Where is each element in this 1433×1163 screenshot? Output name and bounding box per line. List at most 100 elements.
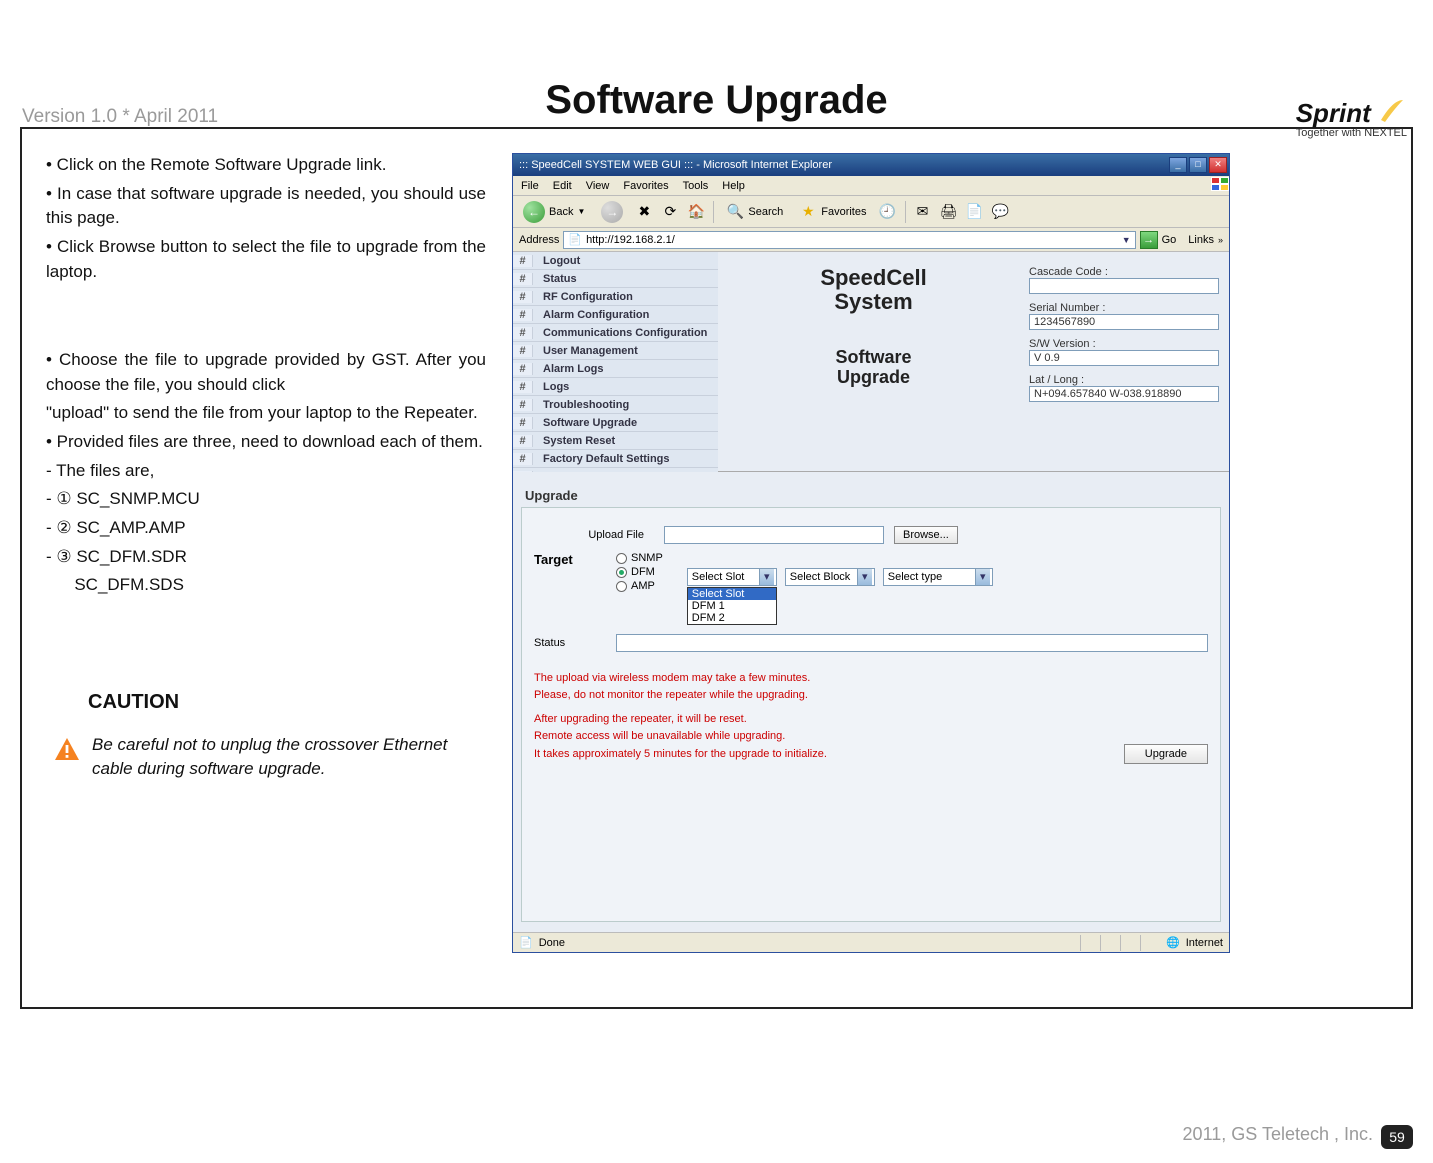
- radio-label: AMP: [631, 580, 655, 592]
- nav-item-logout[interactable]: #Logout: [513, 252, 718, 270]
- minimize-button[interactable]: _: [1169, 157, 1187, 173]
- brand-tagline: Together with NEXTEL: [1296, 127, 1407, 139]
- warn-line: After upgrading the repeater, it will be…: [534, 711, 1208, 728]
- instructions-column: • Click on the Remote Software Upgrade l…: [46, 153, 486, 987]
- nav-item-status[interactable]: #Status: [513, 270, 718, 288]
- target-label: Target: [534, 552, 606, 567]
- upload-file-label: Upload File: [534, 529, 654, 541]
- brand-name: Sprint: [1296, 98, 1371, 129]
- close-button[interactable]: ✕: [1209, 157, 1227, 173]
- upload-file-input[interactable]: [664, 526, 884, 544]
- target-radio-amp[interactable]: AMP: [616, 580, 663, 592]
- nav-item-user-mgmt[interactable]: #User Management: [513, 342, 718, 360]
- edit-icon[interactable]: 📄: [966, 203, 984, 221]
- nav-menu: #Logout #Status #RF Configuration #Alarm…: [513, 252, 718, 471]
- menu-file[interactable]: File: [521, 180, 539, 192]
- slot-option-2[interactable]: DFM 2: [688, 612, 776, 624]
- print-icon[interactable]: 🖨: [940, 203, 958, 221]
- back-button[interactable]: ←Back▼: [519, 199, 589, 225]
- nav-item-rf-config[interactable]: #RF Configuration: [513, 288, 718, 306]
- menu-bar[interactable]: File Edit View Favorites Tools Help: [513, 176, 1229, 196]
- slot-option-0[interactable]: Select Slot: [688, 588, 776, 600]
- upgrade-heading: Upgrade: [521, 482, 1221, 507]
- forward-button[interactable]: →: [597, 199, 627, 225]
- version-line: Version 1.0 * April 2011: [22, 106, 218, 128]
- instr-line: • Provided files are three, need to down…: [46, 430, 486, 455]
- ie-flag-icon: [1211, 177, 1229, 194]
- favorites-button[interactable]: ★Favorites: [795, 201, 870, 223]
- stop-icon[interactable]: ✖: [635, 203, 653, 221]
- home-icon[interactable]: 🏠: [687, 203, 705, 221]
- nav-item-logs[interactable]: #Logs: [513, 378, 718, 396]
- select-type[interactable]: Select type: [883, 568, 993, 586]
- instr-line: • In case that software upgrade is neede…: [46, 182, 486, 231]
- upgrade-button[interactable]: Upgrade: [1124, 744, 1208, 764]
- warning-icon: [54, 737, 80, 781]
- section-title-2: Upgrade: [837, 367, 910, 387]
- status-bar: 📄 Done 🌐 Internet: [513, 932, 1229, 952]
- app-title-1: SpeedCell: [820, 265, 926, 290]
- sw-version-field[interactable]: V 0.9: [1029, 350, 1219, 366]
- warn-line: Please, do not monitor the repeater whil…: [534, 687, 1208, 704]
- nav-item-comm-config[interactable]: #Communications Configuration: [513, 324, 718, 342]
- page-number: 59: [1381, 1125, 1413, 1149]
- select-block[interactable]: Select Block: [785, 568, 875, 586]
- menu-tools[interactable]: Tools: [683, 180, 709, 192]
- serial-label: Serial Number :: [1029, 302, 1219, 314]
- warn-line: It takes approximately 5 minutes for the…: [534, 746, 827, 763]
- app-title-2: System: [834, 289, 912, 314]
- instr-line: - ③ SC_DFM.SDR: [46, 545, 486, 570]
- target-radio-dfm[interactable]: DFM: [616, 566, 663, 578]
- latlong-field[interactable]: N+094.657840 W-038.918890: [1029, 386, 1219, 402]
- refresh-icon[interactable]: ⟳: [661, 203, 679, 221]
- section-title-1: Software: [835, 347, 911, 367]
- cascade-field[interactable]: [1029, 278, 1219, 294]
- page-status-icon: 📄: [519, 936, 533, 949]
- address-bar: Address 📄 http://192.168.2.1/ ▼ → Go Lin…: [513, 228, 1229, 252]
- instr-line: - ① SC_SNMP.MCU: [46, 487, 486, 512]
- go-button[interactable]: →: [1140, 231, 1158, 249]
- brand-block: Sprint Together with NEXTEL: [1296, 98, 1407, 139]
- nav-item-software-upgrade[interactable]: #Software Upgrade: [513, 414, 718, 432]
- cascade-label: Cascade Code :: [1029, 266, 1219, 278]
- sw-version-label: S/W Version :: [1029, 338, 1219, 350]
- browse-button[interactable]: Browse...: [894, 526, 958, 544]
- status-label: Status: [534, 637, 606, 649]
- caution-heading: CAUTION: [88, 688, 486, 717]
- search-label: Search: [748, 206, 783, 218]
- history-icon[interactable]: 🕘: [879, 203, 897, 221]
- instr-line: • Click Browse button to select the file…: [46, 235, 486, 284]
- instr-line: SC_DFM.SDS: [46, 573, 486, 598]
- back-label: Back: [549, 206, 573, 218]
- discuss-icon[interactable]: 💬: [992, 203, 1010, 221]
- nav-item-alarm-config[interactable]: #Alarm Configuration: [513, 306, 718, 324]
- serial-field[interactable]: 1234567890: [1029, 314, 1219, 330]
- instr-line: - ② SC_AMP.AMP: [46, 516, 486, 541]
- nav-item-factory-default[interactable]: #Factory Default Settings: [513, 450, 718, 468]
- menu-favorites[interactable]: Favorites: [623, 180, 668, 192]
- favorites-label: Favorites: [821, 206, 866, 218]
- status-done: Done: [539, 937, 565, 949]
- maximize-button[interactable]: □: [1189, 157, 1207, 173]
- status-zone: Internet: [1186, 937, 1223, 949]
- nav-item-troubleshooting[interactable]: #Troubleshooting: [513, 396, 718, 414]
- go-label: Go: [1162, 234, 1177, 246]
- menu-view[interactable]: View: [586, 180, 610, 192]
- page-icon: 📄: [568, 233, 582, 246]
- address-input[interactable]: 📄 http://192.168.2.1/ ▼: [563, 231, 1135, 249]
- links-label[interactable]: Links: [1188, 234, 1214, 246]
- select-slot-dropdown[interactable]: Select Slot DFM 1 DFM 2: [687, 587, 777, 625]
- content-frame: • Click on the Remote Software Upgrade l…: [20, 127, 1413, 1009]
- target-radio-snmp[interactable]: SNMP: [616, 552, 663, 564]
- slot-option-1[interactable]: DFM 1: [688, 600, 776, 612]
- search-button[interactable]: 🔍Search: [722, 201, 787, 223]
- menu-edit[interactable]: Edit: [553, 180, 572, 192]
- window-titlebar[interactable]: ::: SpeedCell SYSTEM WEB GUI ::: - Micro…: [513, 154, 1229, 176]
- radio-label: SNMP: [631, 552, 663, 564]
- menu-help[interactable]: Help: [722, 180, 745, 192]
- mail-icon[interactable]: ✉: [914, 203, 932, 221]
- select-slot[interactable]: Select Slot Select Slot DFM 1 DFM 2: [687, 568, 777, 586]
- radio-label: DFM: [631, 566, 655, 578]
- nav-item-system-reset[interactable]: #System Reset: [513, 432, 718, 450]
- nav-item-alarm-logs[interactable]: #Alarm Logs: [513, 360, 718, 378]
